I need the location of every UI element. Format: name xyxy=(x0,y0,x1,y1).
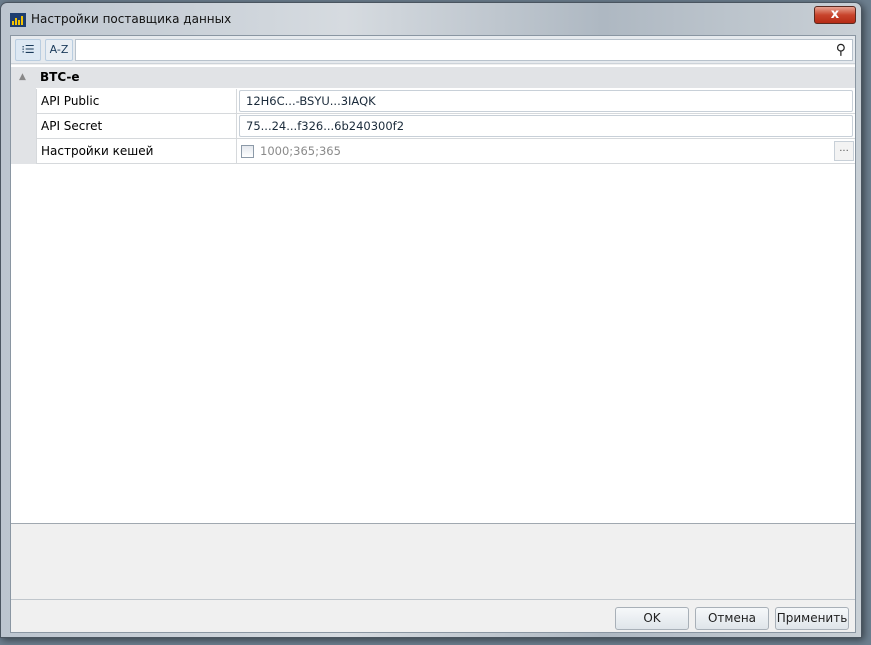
property-grid-panel: ⁝☰ A-Z ⚲ ▲ BTC-e API Public 12H6C...-BSYU… xyxy=(10,35,856,633)
categorized-list-icon: ⁝☰ xyxy=(21,43,35,56)
alphabetical-sort-button[interactable]: A-Z xyxy=(45,39,73,61)
category-btc-e[interactable]: ▲ BTC-e xyxy=(11,67,855,88)
search-input[interactable]: ⚲ xyxy=(75,39,853,61)
apply-button[interactable]: Применить xyxy=(775,607,849,630)
collapse-icon[interactable]: ▲ xyxy=(19,67,26,88)
property-row-api-public: API Public 12H6C...-BSYU...3IAQK xyxy=(36,89,855,114)
property-label: Настройки кешей xyxy=(36,139,237,164)
cache-checkbox[interactable] xyxy=(241,145,254,158)
category-label: BTC-e xyxy=(40,70,80,84)
cache-value: 1000;365;365 xyxy=(260,144,341,158)
categorized-view-button[interactable]: ⁝☰ xyxy=(15,39,41,61)
window-title: Настройки поставщика данных xyxy=(31,12,232,26)
dialog-window: Настройки поставщика данных x ⁝☰ A-Z ⚲ ▲… xyxy=(0,2,862,638)
cancel-button[interactable]: Отмена xyxy=(695,607,769,630)
ellipsis-button[interactable]: ... xyxy=(834,141,854,161)
property-row-cache-settings: Настройки кешей 1000;365;365 ... xyxy=(36,139,855,164)
property-grid: ▲ BTC-e API Public 12H6C...-BSYU...3IAQK … xyxy=(11,65,855,524)
row-gutter xyxy=(11,88,36,164)
ok-button[interactable]: OK xyxy=(615,607,689,630)
toolbar: ⁝☰ A-Z ⚲ xyxy=(11,36,855,64)
close-button[interactable]: x xyxy=(814,6,856,24)
app-chart-icon xyxy=(10,13,26,27)
property-label: API Secret xyxy=(36,114,237,139)
description-panel xyxy=(11,525,855,600)
api-secret-input[interactable]: 75...24...f326...6b240300f2 xyxy=(239,115,853,137)
search-icon[interactable]: ⚲ xyxy=(836,42,846,58)
property-row-api-secret: API Secret 75...24...f326...6b240300f2 xyxy=(36,114,855,139)
api-public-input[interactable]: 12H6C...-BSYU...3IAQK xyxy=(239,90,853,112)
property-label: API Public xyxy=(36,89,237,114)
